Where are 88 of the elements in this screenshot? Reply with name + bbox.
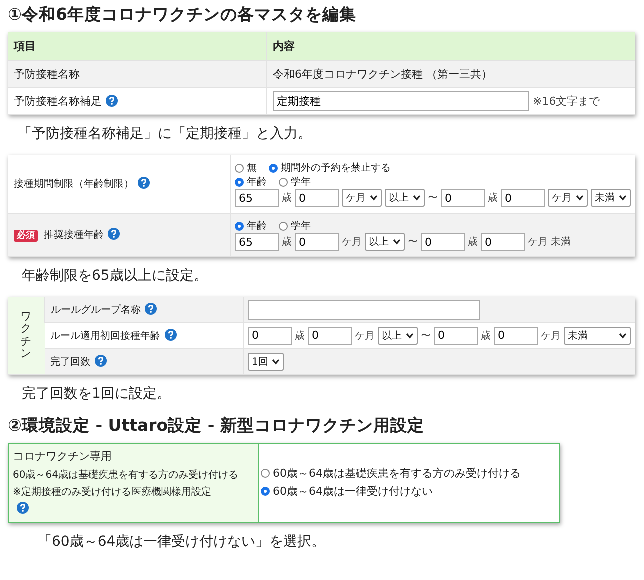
number-field[interactable]: 0 [494,326,538,344]
help-icon[interactable] [108,228,120,240]
caption: 「60歳～64歳は一律受け付けない」を選択。 [38,532,327,551]
chevron-icon [619,332,627,338]
unit-label: 〜 [428,192,438,205]
radio-button[interactable] [279,222,288,230]
radio-button[interactable] [269,164,278,172]
chevron-icon [393,239,401,245]
caption: 「予防接種名称補足」に「定期接種」と入力。 [18,125,313,143]
select-field[interactable]: 以上 [385,189,425,207]
chevron-icon [576,195,584,201]
number-field[interactable]: 0 [295,233,339,251]
unit-label: 歳 [481,330,491,342]
number-field[interactable]: 0 [501,189,545,207]
field-label: ルール適用初回接種年齢 [50,330,160,342]
field-value: 令和6年度コロナワクチン接種 （第一三共） [273,68,492,80]
radio-label: 60歳～64歳は一律受け付けない [273,484,433,500]
help-icon[interactable] [106,94,118,106]
group-label: ワクチン [20,311,32,360]
setting-description: 60歳～64歳は基礎疾患を有する方のみ受け付ける [13,468,240,483]
number-field[interactable]: 0 [308,326,352,344]
number-field[interactable]: 65 [235,233,279,251]
help-icon[interactable] [138,177,150,189]
radio-button[interactable] [261,487,270,496]
column-header: 内容 [273,40,295,52]
field-label: 推奨接種年齢 [44,230,104,241]
select-field[interactable]: 未満 [591,189,631,207]
radio-button[interactable] [235,222,244,230]
radio-button[interactable] [235,164,244,172]
radio-label: 無 [247,162,257,175]
radio-button[interactable] [279,178,288,186]
help-icon[interactable] [145,302,157,314]
number-field[interactable]: 0 [248,326,292,344]
unit-label: ケ月 [342,236,362,249]
required-badge: 必須 [14,230,38,242]
field-note: ※16文字まで [533,94,600,108]
help-icon[interactable] [164,328,176,340]
setting-description: コロナワクチン専用 [13,449,113,465]
select-field[interactable]: 以上 [365,233,405,251]
radio-button[interactable] [261,469,270,478]
field-label: 予防接種名称補足 [14,94,102,108]
unit-label: 歳 [488,192,498,205]
field-label: 予防接種名称 [14,68,80,80]
chevron-icon [272,358,280,364]
unit-label: 〜 [408,236,418,249]
unit-label: 〜 [421,330,431,342]
radio-button[interactable] [235,178,244,186]
radio-label: 60歳～64歳は基礎疾患を有する方のみ受け付ける [273,466,521,482]
text-field[interactable]: 定期接種 [273,91,529,111]
chevron-icon [619,195,627,201]
help-icon[interactable] [17,502,29,514]
unit-label: ケ月 [355,330,375,342]
section-heading: ②環境設定 - Uttaro設定 - 新型コロナワクチン用設定 [8,415,426,437]
field-label: ルールグループ名称 [51,304,141,316]
field-label: 接種期間制限（年齢制限） [14,179,134,190]
radio-label: 期間外の予約を禁止する [281,162,391,175]
radio-label: 年齢 [247,176,267,189]
select-field[interactable]: 以上 [378,326,418,344]
text-field[interactable] [248,300,480,320]
number-field[interactable]: 0 [441,189,485,207]
caption: 年齢制限を65歳以上に設定。 [22,267,209,285]
select-field[interactable]: 1回 [248,352,284,370]
select-field[interactable]: ケ月 [548,189,588,207]
radio-label: 学年 [291,176,311,189]
chevron-icon [370,195,378,201]
unit-label: 歳 [295,330,305,342]
number-field[interactable]: 0 [295,189,339,207]
select-field[interactable]: 未満 [564,326,631,344]
caption: 完了回数を1回に設定。 [22,385,172,403]
unit-label: 歳 [282,236,292,249]
unit-label: ケ月 [541,330,561,342]
number-field[interactable]: 0 [434,326,478,344]
chevron-icon [406,332,414,338]
setting-description: ※定期接種のみ受け付ける医療機関様用設定 [13,486,212,500]
radio-label: 年齢 [247,220,267,233]
column-header: 項目 [14,40,36,52]
radio-label: 学年 [291,220,311,233]
help-icon[interactable] [94,354,106,366]
number-field[interactable]: 0 [481,233,525,251]
select-field[interactable]: ケ月 [342,189,382,207]
chevron-icon [413,195,421,201]
number-field[interactable]: 65 [235,189,279,207]
section-heading: ①令和6年度コロナワクチンの各マスタを編集 [8,4,358,26]
unit-label: 歳 [468,236,478,249]
unit-label: ケ月 未満 [528,236,572,249]
unit-label: 歳 [282,192,292,205]
number-field[interactable]: 0 [421,233,465,251]
field-label: 完了回数 [50,356,90,368]
